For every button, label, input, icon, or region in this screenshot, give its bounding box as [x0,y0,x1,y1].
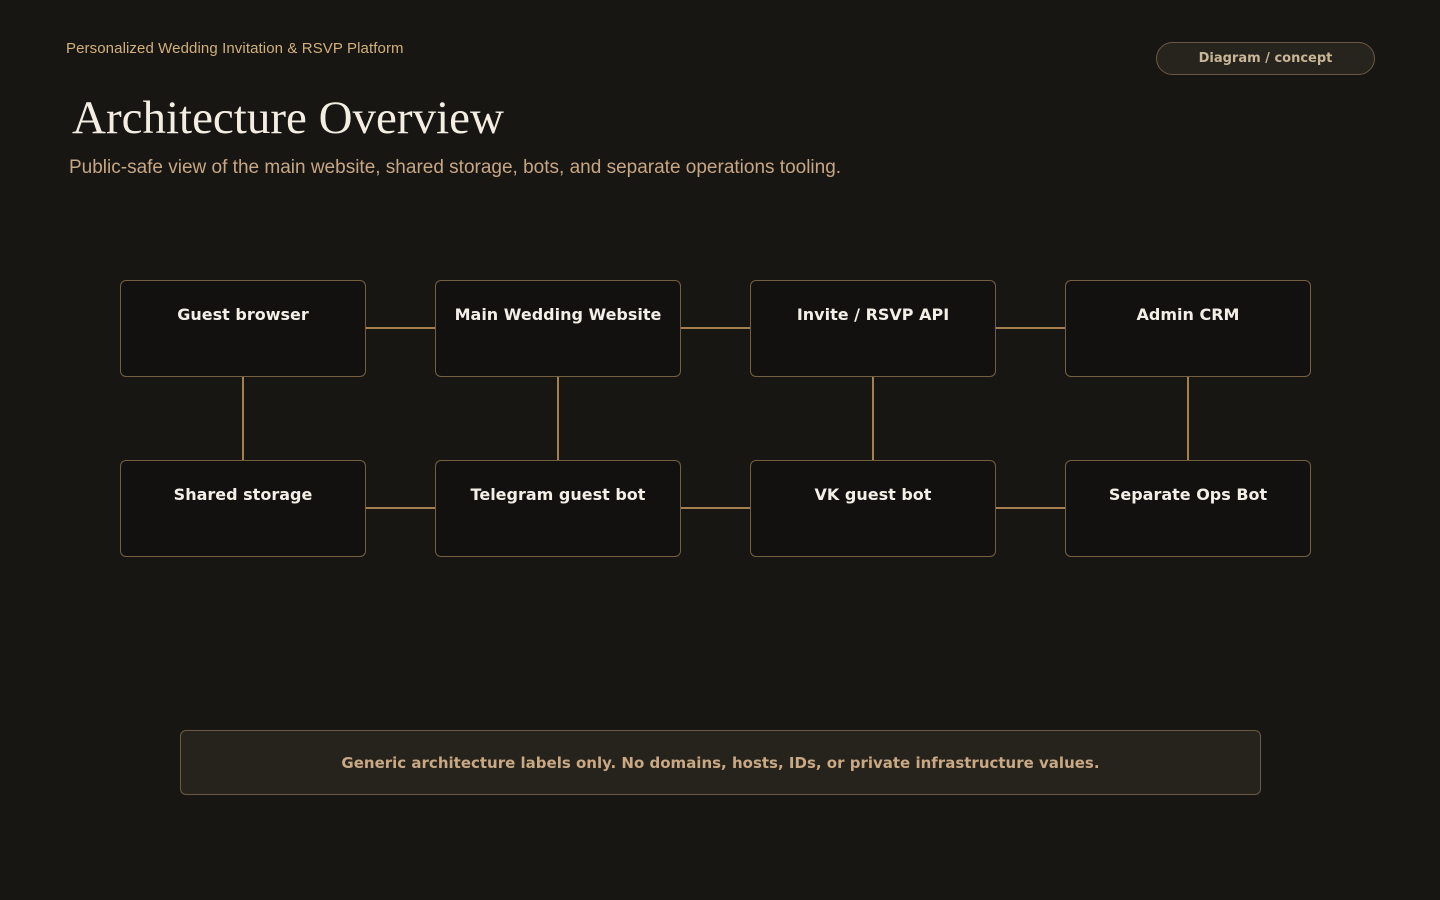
page-title: Architecture Overview [72,92,504,144]
node-label: Telegram guest bot [470,485,646,504]
node-vk-guest-bot: VK guest bot [750,460,996,557]
node-telegram-guest-bot: Telegram guest bot [435,460,681,557]
node-label: Admin CRM [1136,305,1240,324]
node-label: Guest browser [177,305,309,324]
connector-guest-browser-main-website [365,327,436,329]
platform-name: Personalized Wedding Invitation & RSVP P… [66,40,404,57]
node-label: Main Wedding Website [454,305,662,324]
node-invite-rsvp-api: Invite / RSVP API [750,280,996,377]
connector-rsvp-api-vk-bot [872,376,874,461]
diagram-concept-badge: Diagram / concept [1156,42,1375,75]
disclaimer-note: Generic architecture labels only. No dom… [180,730,1261,795]
connector-admin-crm-ops-bot [1187,376,1189,461]
node-admin-crm: Admin CRM [1065,280,1311,377]
connector-guest-browser-shared-storage [242,376,244,461]
node-label: VK guest bot [814,485,932,504]
connector-telegram-bot-vk-bot [680,507,751,509]
node-guest-browser: Guest browser [120,280,366,377]
page-subtitle: Public-safe view of the main website, sh… [69,157,842,178]
node-separate-ops-bot: Separate Ops Bot [1065,460,1311,557]
connector-shared-storage-telegram-bot [365,507,436,509]
node-label: Invite / RSVP API [796,305,950,324]
connector-main-website-telegram-bot [557,376,559,461]
node-label: Shared storage [173,485,313,504]
connector-rsvp-api-admin-crm [995,327,1066,329]
node-main-wedding-website: Main Wedding Website [435,280,681,377]
connector-main-website-rsvp-api [680,327,751,329]
node-shared-storage: Shared storage [120,460,366,557]
node-label: Separate Ops Bot [1108,485,1268,504]
connector-vk-bot-ops-bot [995,507,1066,509]
